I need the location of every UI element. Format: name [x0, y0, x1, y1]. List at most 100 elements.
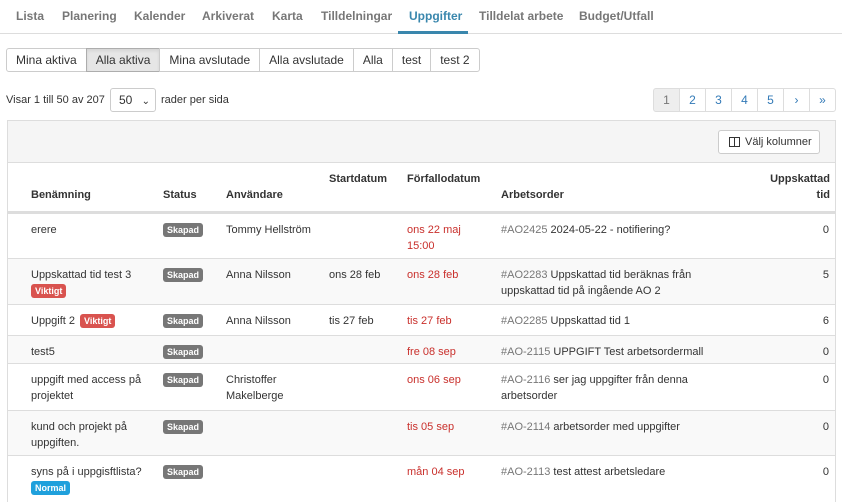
table-row[interactable]: Uppgift 2 Viktigt Skapad Anna Nilsson tis 27… [8, 304, 835, 335]
column-header-user[interactable]: Användare [226, 187, 283, 203]
choose-columns-button[interactable]: Välj kolumner [718, 130, 820, 154]
status-badge: Skapad [163, 314, 204, 328]
page-5-button[interactable]: 5 [757, 88, 784, 112]
table-toolbar: Välj kolumner [8, 121, 835, 163]
estimated-time: 5 [822, 269, 829, 281]
filter-alla-button[interactable]: Alla [352, 48, 393, 72]
active-tab-indicator [398, 31, 468, 34]
tab-planering[interactable]: Planering [62, 9, 117, 23]
tab-tilldelningar[interactable]: Tilldelningar [321, 9, 392, 23]
table-row[interactable]: uppgift med access på projektet Skapad Chri… [8, 363, 835, 410]
filter-mina-aktiva-button[interactable]: Mina aktiva [6, 48, 87, 72]
column-header-due[interactable]: Förfallodatum [407, 171, 480, 187]
page-size-value: 50 [119, 93, 133, 107]
columns-icon [729, 137, 740, 147]
column-header-estimate[interactable]: Uppskattad tid [753, 171, 830, 203]
task-name[interactable]: Uppgift 2 Viktigt [31, 313, 116, 329]
assigned-user-line: Makelberge [226, 390, 284, 402]
top-navigation: Lista Planering Kalender Arkiverat Karta… [0, 0, 842, 34]
due-date: tis 27 feb [407, 313, 452, 329]
showing-count: Visar 1 till 50 av 207 [6, 94, 105, 106]
filter-test-2-button[interactable]: test 2 [430, 48, 480, 72]
work-order-title: Uppskattad tid beräknas från [550, 269, 692, 281]
work-order-title: UPPGIFT Test arbetsordermall [553, 346, 704, 358]
tab-uppgifter[interactable]: Uppgifter [409, 9, 462, 23]
column-header-order[interactable]: Arbetsorder [501, 187, 564, 203]
task-name[interactable]: uppgift med access på projektet [31, 372, 141, 404]
estimated-time: 6 [822, 315, 829, 327]
filter-mina-avslutade-button[interactable]: Mina avslutade [159, 48, 261, 72]
estimated-time: 0 [822, 346, 829, 358]
tab-kalender[interactable]: Kalender [134, 9, 185, 23]
filter-alla-aktiva-button[interactable]: Alla aktiva [85, 48, 161, 72]
status-cell: Skapad [163, 344, 204, 360]
work-order-link[interactable]: #AO-2116 [501, 374, 550, 386]
next-page-button[interactable]: › [783, 88, 810, 112]
page-1-button[interactable]: 1 [653, 88, 680, 112]
page-2-button[interactable]: 2 [679, 88, 706, 112]
tab-budget-utfall[interactable]: Budget/Utfall [579, 9, 654, 23]
status-cell: Skapad [163, 222, 204, 238]
due-date-line: tis 05 sep [407, 421, 455, 433]
task-name[interactable]: kund och projekt på uppgiften. [31, 419, 127, 451]
column-header-estimate-line2: tid [816, 189, 830, 201]
work-order-link[interactable]: #AO-2115 [501, 346, 550, 358]
due-date: ons 22 maj 15:00 [407, 222, 461, 254]
tab-karta[interactable]: Karta [272, 9, 303, 23]
tab-arkiverat[interactable]: Arkiverat [202, 9, 254, 23]
work-order-cell: #AO2283 Uppskattad tid beräknas från upps… [501, 267, 721, 299]
tab-tilldelat-arbete[interactable]: Tilldelat arbete [479, 9, 563, 23]
page-3-button[interactable]: 3 [705, 88, 732, 112]
table-row[interactable]: Uppskattad tid test 3 Viktigt Skapad Anna N… [8, 258, 835, 304]
page-size-select[interactable]: 50 ⌄ [110, 88, 156, 112]
task-name[interactable]: erere [31, 222, 57, 238]
task-name[interactable]: syns på i uppgisftlista? Normal [31, 464, 142, 496]
work-order-cell: #AO-2116 ser jag uppgifter från denna arb… [501, 372, 721, 404]
page-4-button[interactable]: 4 [731, 88, 758, 112]
due-date: mån 04 sep [407, 464, 464, 480]
work-order-cell: #AO-2113 test attest arbetsledare [501, 464, 721, 480]
due-date-line: ons 22 maj [407, 224, 461, 236]
priority-badge: Viktigt [31, 284, 67, 298]
filter-alla-avslutade-button[interactable]: Alla avslutade [259, 48, 354, 72]
per-page-label: rader per sida [161, 94, 229, 106]
task-name[interactable]: test5 [31, 344, 55, 360]
table-row[interactable]: syns på i uppgisftlista? Normal Skapad mån … [8, 455, 835, 502]
due-date-line: fre 08 sep [407, 346, 456, 358]
work-order-line: #AO-2115 UPPGIFT Test arbetsordermall [501, 344, 721, 360]
work-order-link[interactable]: #AO2425 [501, 224, 547, 236]
status-badge: Skapad [163, 465, 204, 479]
status-cell: Skapad [163, 313, 204, 329]
work-order-line: #AO2285 Uppskattad tid 1 [501, 313, 721, 329]
status-badge: Skapad [163, 420, 204, 434]
work-order-link[interactable]: #AO2283 [501, 269, 547, 281]
work-order-link[interactable]: #AO-2113 [501, 466, 550, 478]
work-order-title: test attest arbetsledare [553, 466, 666, 478]
task-name-line: syns på i uppgisftlista? [31, 466, 142, 478]
column-header-start[interactable]: Startdatum [329, 171, 387, 187]
filter-test-button[interactable]: test [391, 48, 432, 72]
task-name[interactable]: Uppskattad tid test 3 Viktigt [31, 267, 131, 299]
column-header-name[interactable]: Benämning [31, 187, 91, 203]
task-name-line: test5 [31, 346, 55, 358]
due-date-line: ons 06 sep [407, 374, 461, 386]
chevron-down-icon: ⌄ [141, 96, 150, 107]
column-header-status[interactable]: Status [163, 187, 197, 203]
start-date: tis 27 feb [329, 315, 374, 327]
due-date-line: tis 27 feb [407, 315, 452, 327]
start-date: ons 28 feb [329, 269, 381, 281]
assigned-user-line: Christoffer [226, 374, 277, 386]
work-order-link[interactable]: #AO-2114 [501, 421, 550, 433]
work-order-title: 2024-05-22 - notifiering? [550, 224, 671, 236]
table-row[interactable]: test5 Skapad fre 08 sep #AO-2115 UPPGIFT Te… [8, 335, 835, 363]
due-date-line: ons 28 feb [407, 269, 459, 281]
work-order-line: #AO-2113 test attest arbetsledare [501, 464, 721, 480]
table-row[interactable]: erere Skapad Tommy Hellström ons 22 maj 15:0… [8, 213, 835, 258]
task-name-line: Uppgift 2 [31, 315, 76, 327]
tab-lista[interactable]: Lista [16, 9, 44, 23]
work-order-cell: #AO2425 2024-05-22 - notifiering? [501, 222, 721, 238]
last-page-button[interactable]: » [809, 88, 836, 112]
work-order-line: #AO2425 2024-05-22 - notifiering? [501, 222, 721, 238]
table-row[interactable]: kund och projekt på uppgiften. Skapad tis 0… [8, 410, 835, 455]
work-order-link[interactable]: #AO2285 [501, 315, 547, 327]
